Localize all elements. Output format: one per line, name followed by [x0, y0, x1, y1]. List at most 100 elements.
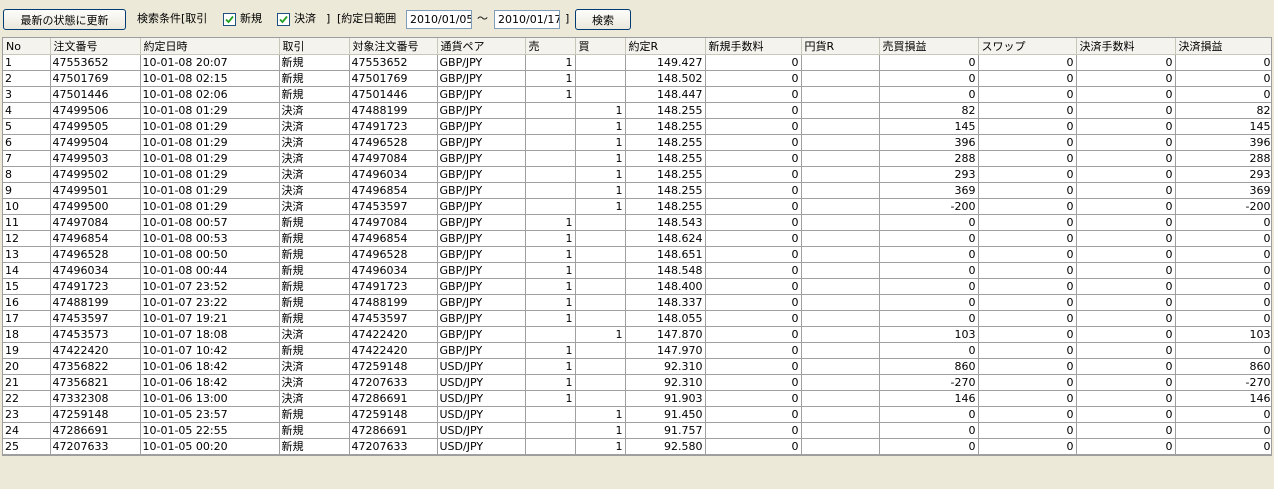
table-cell: 3: [3, 86, 51, 103]
new-checkbox-label[interactable]: 新規: [240, 11, 262, 27]
table-cell: [801, 326, 880, 343]
table-cell: 0: [879, 246, 979, 263]
column-header[interactable]: 円貨R: [801, 38, 880, 55]
table-row[interactable]: 2 47501769 10-01-08 02:15 新規 47501769 GBP/JPY…: [3, 70, 1271, 87]
column-header[interactable]: 約定日時: [140, 38, 280, 55]
table-cell: -270: [879, 374, 979, 391]
column-header[interactable]: 決済損益: [1175, 38, 1271, 55]
settle-checkbox-label[interactable]: 決済: [294, 11, 316, 27]
table-cell: 1: [575, 150, 626, 167]
table-cell: 0: [1076, 150, 1176, 167]
column-header[interactable]: 注文番号: [50, 38, 141, 55]
table-cell: GBP/JPY: [437, 134, 526, 151]
column-header[interactable]: 通貨ペア: [437, 38, 526, 55]
table-row[interactable]: 18 47453573 10-01-07 18:08 決済 47422420 GBP/JP…: [3, 326, 1271, 343]
table-cell: GBP/JPY: [437, 54, 526, 71]
date-range-tilde: ～: [477, 12, 488, 25]
table-row[interactable]: 4 47499506 10-01-08 01:29 決済 47488199 GBP/JPY…: [3, 102, 1271, 119]
table-cell: 11: [3, 214, 51, 231]
table-row[interactable]: 5 47499505 10-01-08 01:29 決済 47491723 GBP/JPY…: [3, 118, 1271, 135]
table-cell: [801, 86, 880, 103]
table-cell: 0: [879, 406, 979, 423]
table-cell: GBP/JPY: [437, 70, 526, 87]
new-checkbox[interactable]: [223, 13, 236, 26]
table-cell: 47497084: [50, 214, 141, 231]
table-cell: 47422420: [349, 326, 438, 343]
table-cell: 0: [1175, 214, 1271, 231]
table-row[interactable]: 6 47499504 10-01-08 01:29 決済 47496528 GBP/JPY…: [3, 134, 1271, 151]
column-header[interactable]: 売: [525, 38, 576, 55]
table-row[interactable]: 24 47286691 10-01-05 22:55 新規 47286691 USD/JP…: [3, 422, 1271, 439]
table-row[interactable]: 22 47332308 10-01-06 13:00 決済 47286691 USD/JP…: [3, 390, 1271, 407]
table-cell: 0: [879, 86, 979, 103]
table-cell: 82: [879, 102, 979, 119]
column-header[interactable]: スワップ: [978, 38, 1077, 55]
table-cell: 47496854: [50, 230, 141, 247]
table-cell: [525, 198, 576, 215]
table-cell: 293: [1175, 166, 1271, 183]
date-to-input[interactable]: 2010/01/17: [494, 10, 560, 29]
table-cell: 10-01-06 13:00: [140, 390, 280, 407]
table-cell: 14: [3, 262, 51, 279]
table-cell: 0: [978, 102, 1077, 119]
table-cell: 0: [1076, 214, 1176, 231]
table-cell: 148.255: [625, 118, 706, 135]
table-row[interactable]: 20 47356822 10-01-06 18:42 決済 47259148 USD/JP…: [3, 358, 1271, 375]
table-row[interactable]: 19 47422420 10-01-07 10:42 新規 47422420 GBP/JP…: [3, 342, 1271, 359]
table-cell: 10-01-08 00:57: [140, 214, 280, 231]
table-row[interactable]: 7 47499503 10-01-08 01:29 決済 47497084 GBP/JPY…: [3, 150, 1271, 167]
table-cell: 0: [1076, 70, 1176, 87]
table-row[interactable]: 15 47491723 10-01-07 23:52 新規 47491723 GBP/JP…: [3, 278, 1271, 295]
table-cell: 新規: [279, 246, 350, 263]
column-header[interactable]: 決済手数料: [1076, 38, 1176, 55]
table-row[interactable]: 23 47259148 10-01-05 23:57 新規 47259148 USD/JP…: [3, 406, 1271, 423]
table-row[interactable]: 9 47499501 10-01-08 01:29 決済 47496854 GBP/JPY…: [3, 182, 1271, 199]
table-row[interactable]: 8 47499502 10-01-08 01:29 決済 47496034 GBP/JPY…: [3, 166, 1271, 183]
table-row[interactable]: 21 47356821 10-01-06 18:42 決済 47207633 USD/JP…: [3, 374, 1271, 391]
table-row[interactable]: 11 47497084 10-01-08 00:57 新規 47497084 GBP/JP…: [3, 214, 1271, 231]
table-cell: 0: [1076, 182, 1176, 199]
table-row[interactable]: 3 47501446 10-01-08 02:06 新規 47501446 GBP/JPY…: [3, 86, 1271, 103]
table-cell: 149.427: [625, 54, 706, 71]
table-row[interactable]: 10 47499500 10-01-08 01:29 決済 47453597 GBP/JP…: [3, 198, 1271, 215]
settle-checkbox[interactable]: [277, 13, 290, 26]
table-cell: 0: [1076, 374, 1176, 391]
table-cell: 10-01-08 00:44: [140, 262, 280, 279]
table-row[interactable]: 14 47496034 10-01-08 00:44 新規 47496034 GBP/JP…: [3, 262, 1271, 279]
table-cell: 47499506: [50, 102, 141, 119]
column-header[interactable]: 対象注文番号: [349, 38, 438, 55]
table-cell: 10-01-08 01:29: [140, 166, 280, 183]
bracket-close: ]: [326, 12, 331, 25]
table-cell: 10-01-08 02:06: [140, 86, 280, 103]
column-header[interactable]: 取引: [279, 38, 350, 55]
table-cell: 10: [3, 198, 51, 215]
table-cell: 0: [705, 438, 802, 455]
table-cell: 0: [1076, 54, 1176, 71]
table-cell: 7: [3, 150, 51, 167]
table-cell: GBP/JPY: [437, 198, 526, 215]
date-from-input[interactable]: 2010/01/05: [406, 10, 472, 29]
table-cell: 47553652: [349, 54, 438, 71]
table-cell: 47422420: [50, 342, 141, 359]
refresh-button[interactable]: 最新の状態に更新: [3, 9, 126, 30]
table-row[interactable]: 1 47553652 10-01-08 20:07 新規 47553652 GBP/JPY…: [3, 54, 1271, 71]
table-cell: 0: [705, 246, 802, 263]
column-header[interactable]: 売買損益: [879, 38, 979, 55]
table-cell: GBP/JPY: [437, 214, 526, 231]
table-body: 1 47553652 10-01-08 20:07 新規 47553652 GBP/JPY…: [3, 54, 1271, 455]
table-row[interactable]: 17 47453597 10-01-07 19:21 新規 47453597 GBP/JP…: [3, 310, 1271, 327]
table-cell: 10-01-08 02:15: [140, 70, 280, 87]
column-header[interactable]: 買: [575, 38, 626, 55]
table-row[interactable]: 25 47207633 10-01-05 00:20 新規 47207633 USD/JP…: [3, 438, 1271, 455]
table-row[interactable]: 12 47496854 10-01-08 00:53 新規 47496854 GBP/JP…: [3, 230, 1271, 247]
column-header[interactable]: No: [3, 38, 51, 55]
table-cell: 47491723: [349, 278, 438, 295]
table-row[interactable]: 13 47496528 10-01-08 00:50 新規 47496528 GBP/JP…: [3, 246, 1271, 263]
table-row[interactable]: 16 47488199 10-01-07 23:22 新規 47488199 GBP/JP…: [3, 294, 1271, 311]
column-header[interactable]: 新規手数料: [705, 38, 802, 55]
column-header[interactable]: 約定R: [625, 38, 706, 55]
table-cell: GBP/JPY: [437, 118, 526, 135]
search-button[interactable]: 検索: [575, 9, 631, 30]
table-cell: 新規: [279, 230, 350, 247]
table-cell: GBP/JPY: [437, 342, 526, 359]
